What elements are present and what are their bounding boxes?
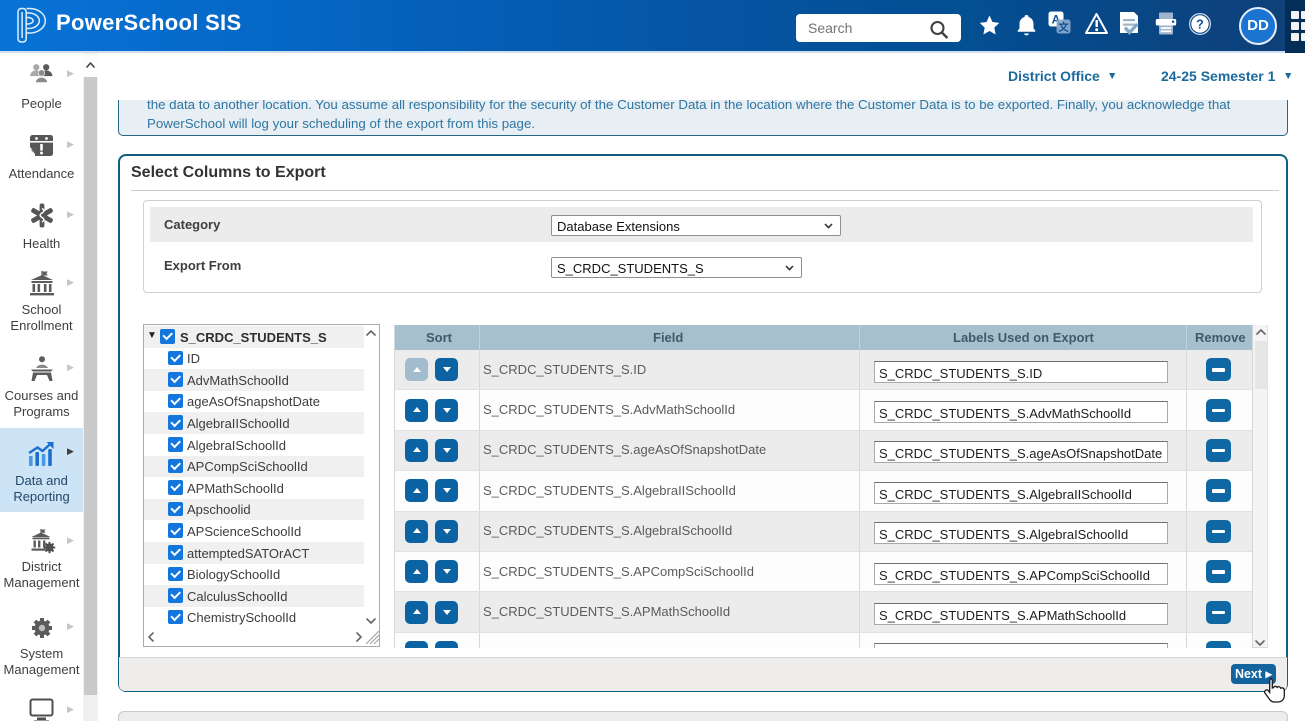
svg-text:?: ? (1196, 17, 1204, 31)
svg-text:文: 文 (1057, 21, 1069, 34)
